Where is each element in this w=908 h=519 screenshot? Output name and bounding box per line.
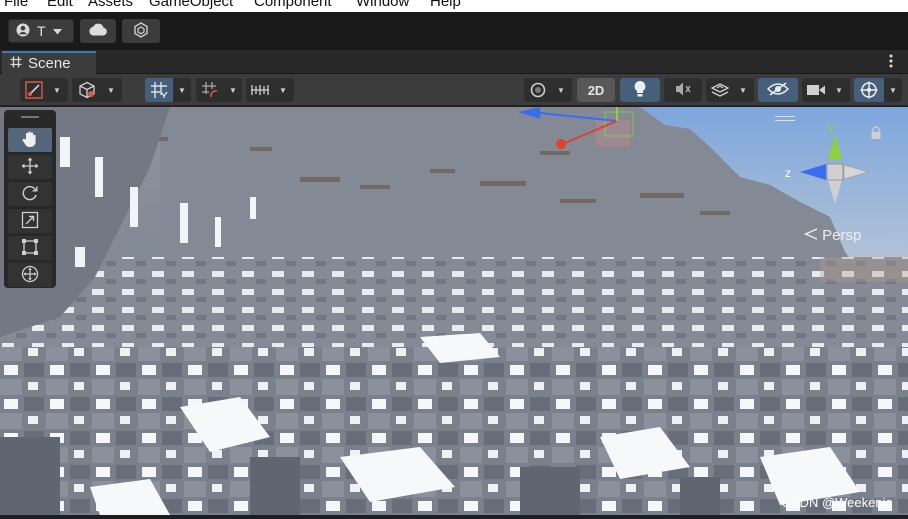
menu-file[interactable]: File (4, 0, 28, 10)
gizmos-dropdown[interactable]: ▼ (854, 78, 902, 102)
draw-mode-dropdown[interactable]: ▼ (20, 78, 68, 102)
rect-transform-icon (21, 238, 39, 259)
orbit-icon (524, 78, 552, 102)
hand-tool-button[interactable] (8, 128, 52, 152)
axis-y-label: y (828, 120, 834, 134)
ruler-icon (246, 78, 274, 102)
viewport-bottom-border (0, 515, 908, 519)
transform-tool-button[interactable] (8, 263, 52, 287)
projection-label: Persp (822, 227, 862, 244)
scale-icon (21, 211, 39, 232)
tab-scene-label: Scene (28, 55, 71, 72)
grid-hash-icon (10, 56, 22, 71)
move-tool-button[interactable] (8, 155, 52, 179)
drag-handle-icon[interactable] (21, 116, 39, 118)
scene-visibility-toggle[interactable] (758, 78, 798, 102)
scene-viewport[interactable] (0, 107, 908, 515)
menu-assets[interactable]: Assets (88, 0, 133, 10)
shading-icon (72, 78, 102, 102)
watermark-text: CSDN @Weekenic (781, 495, 893, 510)
gizmos-icon (854, 78, 884, 102)
scene-toolbar: ▼ ▼ ▼ ▼ ▼ ▼ 2D ▼ ▼ ▼ (0, 74, 908, 106)
rotate-icon (21, 184, 39, 205)
chevron-down-icon: ▼ (178, 85, 186, 95)
toggle-2d-button[interactable]: 2D (577, 78, 615, 102)
visibility-icon (766, 81, 790, 99)
transform-icon (21, 265, 39, 286)
increment-snap-dropdown[interactable]: ▼ (196, 78, 242, 102)
scale-tool-button[interactable] (8, 209, 52, 233)
tab-strip: Scene (0, 50, 908, 74)
projection-toggle[interactable]: Persp (803, 227, 862, 244)
menu-help[interactable]: Help (430, 0, 461, 10)
audio-mute-icon (674, 81, 692, 100)
menu-gameobject[interactable]: GameObject (149, 0, 233, 10)
chevron-down-icon (52, 24, 62, 38)
effects-dropdown[interactable]: ▼ (706, 78, 754, 102)
chevron-down-icon: ▼ (107, 85, 115, 95)
ruler-dropdown[interactable]: ▼ (246, 78, 294, 102)
menu-window[interactable]: Window (356, 0, 409, 10)
camera-dropdown[interactable]: ▼ (802, 78, 850, 102)
chevron-down-icon: ▼ (835, 85, 843, 95)
rect-tool-button[interactable] (8, 236, 52, 260)
chevron-down-icon: ▼ (279, 85, 287, 95)
orbit-dropdown[interactable]: ▼ (524, 78, 572, 102)
account-icon (16, 23, 30, 40)
lighting-icon (633, 80, 647, 101)
account-label: T (37, 23, 46, 39)
menu-bar: File Edit Assets GameObject Component Wi… (0, 0, 908, 12)
lighting-toggle[interactable] (620, 78, 660, 102)
account-dropdown[interactable]: T (8, 19, 74, 43)
menu-component[interactable]: Component (254, 0, 332, 10)
effects-icon (706, 78, 734, 102)
menu-edit[interactable]: Edit (47, 0, 73, 10)
scene-render (0, 107, 908, 515)
cloud-button[interactable] (80, 19, 116, 43)
tab-scene[interactable]: Scene (2, 51, 96, 74)
shading-dropdown[interactable]: ▼ (72, 78, 122, 102)
grid-snap-icon (145, 78, 173, 102)
orientation-gizmo[interactable]: y z (780, 118, 880, 218)
audio-toggle[interactable] (664, 78, 702, 102)
chevron-down-icon: ▼ (557, 85, 565, 95)
more-options-icon[interactable] (888, 54, 894, 70)
chevron-down-icon: ▼ (739, 85, 747, 95)
increment-snap-icon (196, 78, 224, 102)
collab-button[interactable] (122, 19, 160, 43)
move-icon (21, 157, 39, 178)
chevron-left-icon (803, 227, 822, 244)
chevron-down-icon: ▼ (229, 85, 237, 95)
chevron-down-icon: ▼ (53, 85, 61, 95)
grid-snap-dropdown[interactable]: ▼ (145, 78, 191, 102)
collab-icon (133, 21, 149, 41)
hand-icon (21, 130, 39, 151)
rotate-tool-button[interactable] (8, 182, 52, 206)
chevron-down-icon: ▼ (889, 85, 897, 95)
draw-mode-icon (20, 78, 48, 102)
lock-icon[interactable] (870, 126, 882, 143)
axis-z-label: z (785, 166, 791, 180)
top-toolbar: T (0, 12, 908, 50)
tool-palette (4, 110, 56, 288)
cloud-icon (88, 23, 108, 39)
camera-icon (802, 78, 830, 102)
